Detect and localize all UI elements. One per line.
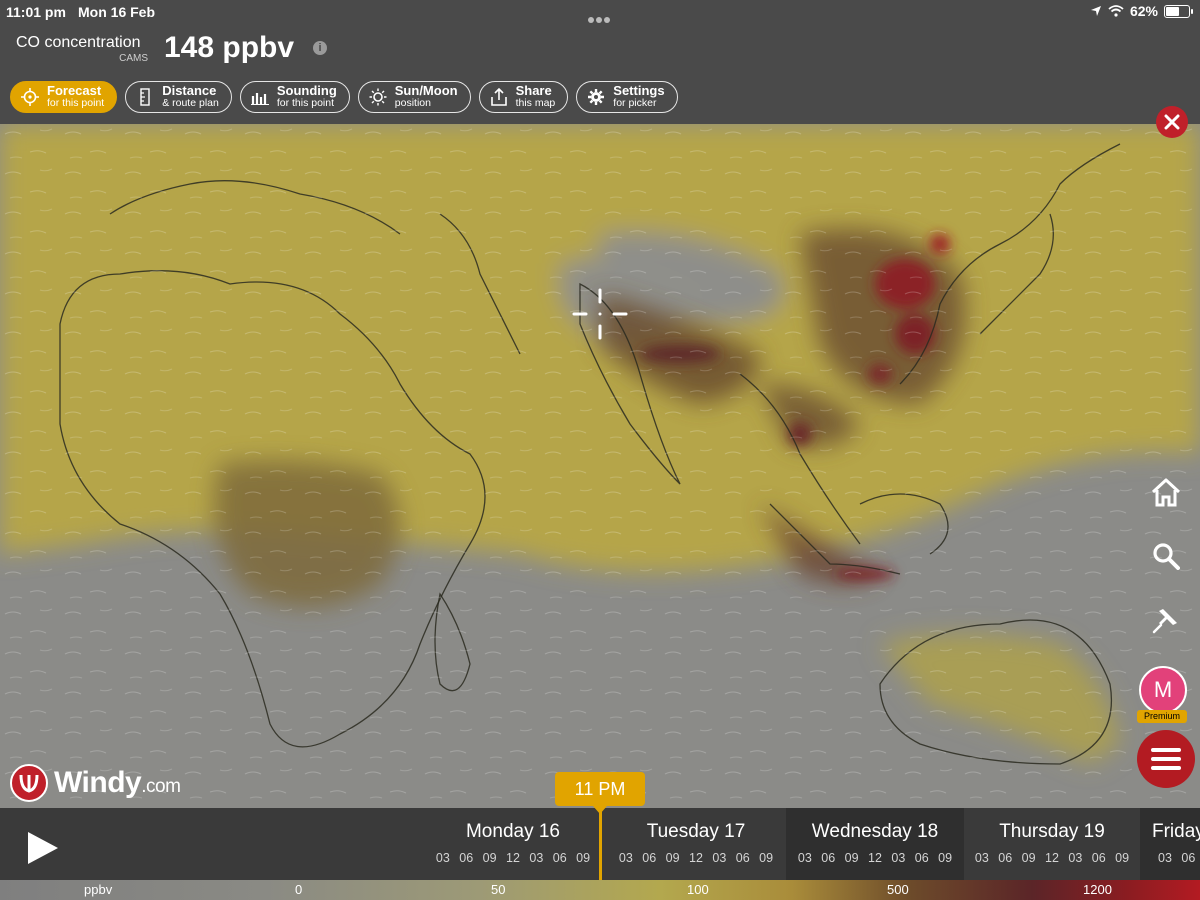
picker-header: CO concentration CAMS 148 ppbv i Forecas… (0, 24, 1200, 130)
day-hours: 03 06 09 12 03 06 09 (797, 851, 953, 865)
distance-sublabel: & route plan (162, 97, 219, 109)
sounding-label: Sounding (276, 83, 337, 98)
sounding-sublabel: for this point (276, 97, 335, 109)
day-name: Monday 16 (465, 821, 560, 842)
picker-value: 148 ppbv (164, 31, 295, 64)
status-time: 11:01 pm (6, 4, 66, 20)
crosshair-icon (21, 88, 39, 106)
search-button[interactable] (1148, 538, 1184, 574)
battery-percent: 62% (1129, 3, 1158, 19)
home-button[interactable] (1148, 474, 1184, 510)
legend-stop: 500 (887, 882, 909, 897)
logo-suffix: .com (141, 776, 181, 797)
day-name: Wednesday 18 (811, 821, 939, 842)
sounding-button[interactable]: Sounding for this point (239, 81, 350, 113)
share-icon (490, 88, 508, 106)
legend-stop: 50 (491, 882, 506, 897)
battery-icon (1164, 4, 1193, 18)
avatar[interactable]: M (1139, 666, 1187, 714)
menu-button[interactable] (1137, 730, 1195, 788)
map-canvas[interactable] (0, 124, 1200, 808)
avatar-letter: M (1153, 677, 1173, 702)
forecast-label: Forecast (47, 83, 102, 98)
day-name: Friday (1152, 821, 1200, 842)
status-bar: 11:01 pm Mon 16 Feb 62% (0, 0, 1200, 24)
legend-stop: 100 (687, 882, 709, 897)
sun-moon-button[interactable]: Sun/Moon position (357, 81, 471, 113)
legend-stop: 0 (295, 882, 303, 897)
sounding-chart-icon (250, 88, 269, 106)
timeline-day-friday[interactable]: Friday 03 06 (1140, 808, 1200, 880)
status-date: Mon 16 Feb (78, 4, 156, 20)
layer-name: CO concentration (16, 34, 141, 51)
search-icon (1153, 543, 1180, 570)
status-right: 62% (1090, 3, 1193, 19)
settings-button[interactable]: Settings for picker (576, 81, 678, 113)
timeline-cursor-line[interactable] (599, 806, 602, 880)
day-hours: 03 06 (1158, 851, 1196, 865)
windy-logo[interactable]: Windy.com (10, 764, 181, 802)
forecast-button[interactable]: Forecast for this point (10, 81, 118, 113)
day-hours: 03 06 09 12 03 06 09 (618, 851, 774, 865)
timeline-day-thursday[interactable]: Thursday 19 03 06 09 12 03 06 09 (964, 808, 1140, 880)
multitasking-dots-icon[interactable] (588, 10, 614, 23)
share-sublabel: this map (515, 97, 556, 109)
pin-icon (1152, 609, 1177, 634)
info-icon[interactable]: i (313, 41, 327, 55)
sun-icon (369, 88, 387, 106)
premium-badge: Premium (1137, 710, 1187, 723)
timeline-day-wednesday[interactable]: Wednesday 18 03 06 09 12 03 06 09 (786, 808, 964, 880)
layer-source: CAMS (119, 53, 148, 64)
hamburger-menu-icon (1151, 748, 1181, 770)
logo-name: Windy (54, 766, 142, 799)
timeline-day-tuesday[interactable]: Tuesday 17 03 06 09 12 03 06 09 (606, 808, 786, 880)
windy-logo-icon (10, 764, 48, 802)
day-hours: 03 06 09 12 03 06 09 (435, 851, 591, 865)
timeline-day-monday[interactable]: Monday 16 03 06 09 12 03 06 09 (420, 808, 606, 880)
ruler-icon (136, 88, 154, 106)
day-name: Tuesday 17 (646, 821, 746, 842)
gear-icon (587, 88, 605, 106)
location-arrow-icon (1090, 6, 1101, 16)
distance-label: Distance (162, 83, 217, 98)
share-button[interactable]: Share this map (478, 81, 569, 113)
home-icon (1151, 478, 1181, 507)
forecast-sublabel: for this point (47, 97, 105, 109)
wifi-icon (1108, 5, 1124, 17)
day-name: Thursday 19 (999, 821, 1105, 842)
legend-stop: 1200 (1083, 882, 1112, 897)
timeline-cursor[interactable]: 11 PM (555, 772, 645, 814)
share-label: Share (515, 83, 552, 98)
settings-label: Settings (613, 83, 665, 98)
sun-moon-label: Sun/Moon (394, 83, 458, 98)
color-legend[interactable]: ppbv 0 50 100 500 1200 (0, 880, 1200, 900)
close-picker-button[interactable] (1156, 106, 1188, 138)
play-icon[interactable] (22, 828, 62, 868)
day-hours: 03 06 09 12 03 06 09 (974, 851, 1130, 865)
picker-toolbar: Forecast for this point Distance & route p… (10, 81, 678, 113)
pin-button[interactable] (1148, 602, 1184, 638)
co-concentration-map[interactable] (0, 124, 1200, 808)
legend-unit: ppbv (84, 882, 113, 897)
distance-button[interactable]: Distance & route plan (125, 81, 232, 113)
settings-sublabel: for picker (613, 97, 657, 109)
sun-moon-sublabel: position (394, 97, 431, 109)
close-icon (1164, 114, 1180, 130)
